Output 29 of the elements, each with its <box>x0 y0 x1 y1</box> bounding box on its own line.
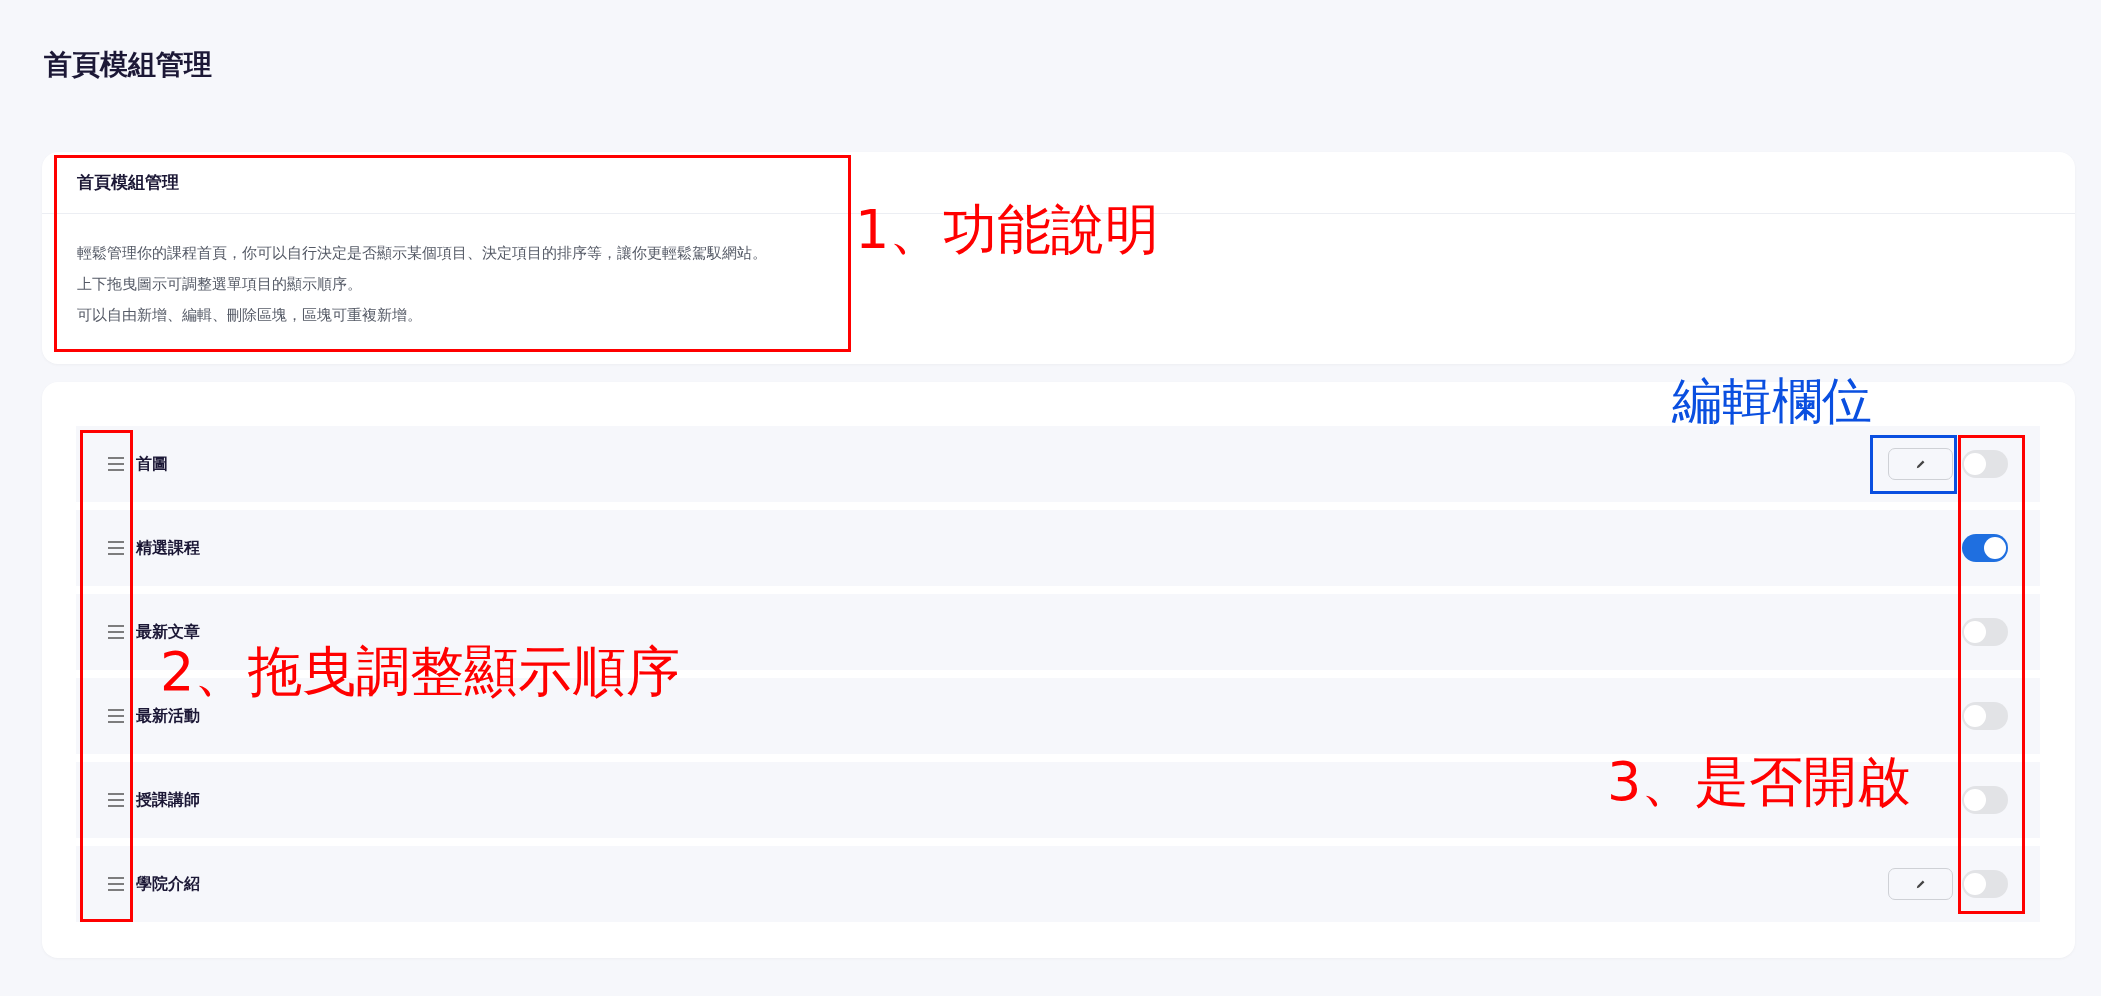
page-title: 首頁模組管理 <box>44 47 213 83</box>
toggle-switch[interactable] <box>1962 618 2008 646</box>
description-text: 輕鬆管理你的課程首頁，你可以自行決定是否顯示某個項目、決定項目的排序等，讓你更輕鬆駕馭網站。 <box>77 243 767 264</box>
drag-handle-icon[interactable] <box>108 541 124 555</box>
module-label: 學院介紹 <box>136 873 200 895</box>
card-title: 首頁模組管理 <box>77 171 179 194</box>
toggle-switch[interactable] <box>1962 702 2008 730</box>
annotation-label: 1、功能說明 <box>855 203 1160 257</box>
annotation-label: 編輯欄位 <box>1672 376 1872 426</box>
annotation-label: 3、是否開啟 <box>1607 755 1912 809</box>
module-label: 最新文章 <box>136 621 200 643</box>
description-text: 可以自由新增、編輯、刪除區塊，區塊可重複新增。 <box>77 305 422 326</box>
drag-handle-icon[interactable] <box>108 793 124 807</box>
annotation-label: 2、拖曳調整顯示順序 <box>160 645 681 699</box>
module-label: 精選課程 <box>136 537 200 559</box>
module-label: 授課講師 <box>136 789 200 811</box>
pencil-icon <box>1915 458 1926 470</box>
drag-handle-icon[interactable] <box>108 625 124 639</box>
pencil-icon <box>1915 878 1926 890</box>
module-label: 首圖 <box>136 453 168 475</box>
toggle-switch[interactable] <box>1962 870 2008 898</box>
drag-handle-icon[interactable] <box>108 877 124 891</box>
toggle-switch[interactable] <box>1962 534 2008 562</box>
module-label: 最新活動 <box>136 705 200 727</box>
toggle-switch[interactable] <box>1962 786 2008 814</box>
drag-handle-icon[interactable] <box>108 709 124 723</box>
drag-handle-icon[interactable] <box>108 457 124 471</box>
description-text: 上下拖曳圖示可調整選單項目的顯示順序。 <box>77 274 362 295</box>
toggle-switch[interactable] <box>1962 450 2008 478</box>
